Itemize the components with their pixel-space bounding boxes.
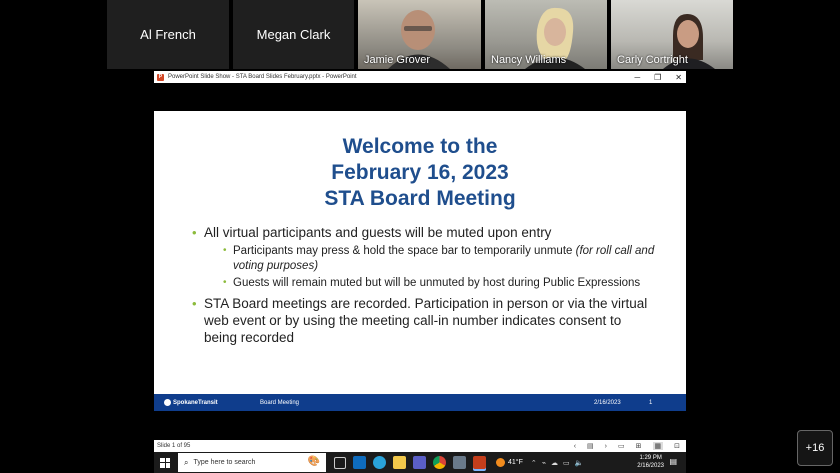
slide-menu-icon[interactable]: ▤ (587, 442, 594, 450)
slide-footer: SpokaneTransit Board Meeting 2/16/2023 1 (154, 394, 686, 411)
windows-start-icon[interactable] (160, 457, 170, 468)
participant-name: Megan Clark (256, 27, 331, 42)
sub-bullet-text: Participants may press & hold the space … (233, 245, 576, 257)
participant-tile-megan-clark[interactable]: Megan Clark (233, 0, 354, 69)
slide-title: Welcome to the February 16, 2023 STA Boa… (154, 134, 686, 212)
search-highlight-icon: 🎨 (307, 456, 320, 467)
teams-icon[interactable] (413, 456, 426, 469)
windows-taskbar: ⌕ Type here to search 🎨 41°F ⌃ ⌁ ☁ ▭ 🔈 1… (154, 452, 686, 473)
logo-text: SpokaneTransit (173, 399, 218, 406)
weather-icon[interactable] (496, 458, 505, 467)
search-icon: ⌕ (184, 457, 189, 467)
bullet-muted-entry: All virtual participants and guests will… (192, 224, 656, 241)
taskbar-clock[interactable]: 1:29 PM 2/16/2023 (637, 455, 664, 470)
slide-title-line: February 16, 2023 (331, 161, 509, 184)
normal-view-icon[interactable]: ▭ (618, 442, 625, 450)
sub-bullet-guests: Guests will remain muted but will be unm… (223, 276, 656, 291)
battery-icon[interactable]: ▭ (563, 459, 570, 467)
chrome-icon[interactable] (433, 456, 446, 469)
powerpoint-icon: P (157, 73, 164, 81)
more-participants-button[interactable]: +16 (797, 430, 833, 466)
participant-tile-carly-cortright[interactable]: Carly Cortright (611, 0, 733, 69)
powerpoint-title-bar[interactable]: P PowerPoint Slide Show - STA Board Slid… (154, 71, 686, 83)
restore-button[interactable]: ❐ (654, 73, 661, 82)
onedrive-icon[interactable]: ☁ (551, 459, 558, 467)
sub-bullet-unmute: Participants may press & hold the space … (223, 244, 656, 273)
footer-date: 2/16/2023 (594, 399, 621, 406)
next-slide-icon[interactable]: › (605, 443, 607, 450)
participant-name: Al French (140, 27, 196, 42)
clock-date: 2/16/2023 (637, 462, 664, 469)
slide-bullets: All virtual participants and guests will… (192, 224, 656, 349)
participant-tile-nancy-williams[interactable]: Nancy Williams (485, 0, 607, 69)
participant-name: Carly Cortright (617, 54, 688, 66)
search-placeholder: Type here to search (193, 459, 256, 466)
notification-icon[interactable]: ▤ (669, 457, 677, 466)
calculator-icon[interactable] (453, 456, 466, 469)
tray-overflow-icon[interactable]: ⌃ (531, 459, 537, 467)
minimize-button[interactable]: ─ (634, 73, 640, 82)
network-icon[interactable]: ⌁ (542, 459, 546, 467)
edge-icon[interactable] (373, 456, 386, 469)
file-explorer-icon[interactable] (393, 456, 406, 469)
participant-tile-jamie-grover[interactable]: Jamie Grover (358, 0, 481, 69)
outlook-icon[interactable] (353, 456, 366, 469)
close-button[interactable]: ✕ (675, 73, 682, 82)
logo-mark-icon (164, 399, 171, 406)
powerpoint-taskbar-icon[interactable] (473, 456, 486, 469)
participant-name: Jamie Grover (364, 54, 431, 66)
taskbar-search-input[interactable]: ⌕ Type here to search 🎨 (178, 453, 326, 472)
previous-slide-icon[interactable]: ‹ (574, 443, 576, 450)
volume-icon[interactable]: 🔈 (575, 459, 584, 467)
slide-title-line: STA Board Meeting (324, 187, 516, 210)
weather-temp: 41°F (508, 459, 523, 466)
slide-sorter-icon[interactable]: ⊞ (636, 442, 642, 450)
slide-show-area[interactable]: Welcome to the February 16, 2023 STA Boa… (154, 83, 686, 440)
window-title: PowerPoint Slide Show - STA Board Slides… (168, 74, 357, 80)
slideshow-status-bar: Slide 1 of 95 ‹ ▤ › ▭ ⊞ ▦ ⊡ (154, 440, 686, 452)
participant-tile-al-french[interactable]: Al French (107, 0, 229, 69)
spokane-transit-logo: SpokaneTransit (164, 399, 224, 406)
slideshow-view-icon[interactable]: ⊡ (674, 442, 680, 450)
footer-page-number: 1 (649, 399, 653, 406)
participant-name: Nancy Williams (491, 54, 567, 66)
footer-meeting: Board Meeting (260, 399, 300, 406)
clock-time: 1:29 PM (639, 455, 662, 461)
slide-counter: Slide 1 of 95 (157, 443, 191, 449)
task-view-icon[interactable] (334, 456, 346, 469)
bullet-recorded: STA Board meetings are recorded. Partici… (192, 295, 656, 346)
slide[interactable]: Welcome to the February 16, 2023 STA Boa… (154, 111, 686, 411)
system-tray: 41°F ⌃ ⌁ ☁ ▭ 🔈 (496, 458, 583, 467)
slide-title-line: Welcome to the (342, 135, 498, 158)
reading-view-icon[interactable]: ▦ (652, 442, 664, 450)
